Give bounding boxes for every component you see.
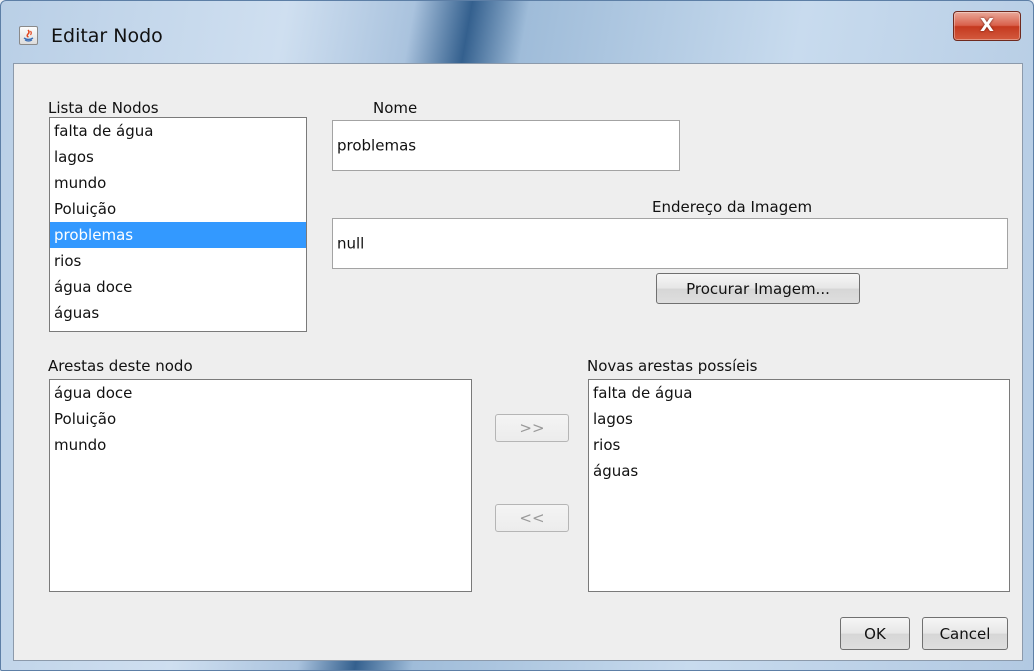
image-address-label: Endereço da Imagem <box>652 198 813 216</box>
window-title: Editar Nodo <box>51 25 163 47</box>
list-item[interactable]: lagos <box>50 144 306 170</box>
image-address-value: null <box>337 234 365 252</box>
list-item[interactable]: águas <box>50 300 306 326</box>
dialog-content: Lista de Nodos falta de água lagos mundo Po… <box>13 63 1023 661</box>
list-item[interactable]: água doce <box>50 274 306 300</box>
node-list-label: Lista de Nodos <box>48 99 159 117</box>
add-edge-button-label: >> <box>519 419 545 437</box>
remove-edge-button[interactable]: << <box>495 504 569 532</box>
browse-image-button-label: Procurar Imagem... <box>686 279 830 298</box>
list-item[interactable]: Poluição <box>50 196 306 222</box>
list-item[interactable]: mundo <box>50 170 306 196</box>
name-label: Nome <box>373 99 418 117</box>
list-item[interactable]: mundo <box>50 432 471 458</box>
current-edges-label: Arestas deste nodo <box>48 357 193 375</box>
list-item[interactable]: falta de água <box>589 380 1009 406</box>
node-list[interactable]: falta de água lagos mundo Poluição problemas… <box>49 117 307 332</box>
close-icon: X <box>980 15 994 36</box>
possible-edges-label: Novas arestas possíeis <box>587 357 758 375</box>
remove-edge-button-label: << <box>519 509 545 527</box>
cancel-button-label: Cancel <box>939 624 991 643</box>
image-address-input[interactable]: null <box>332 218 1008 269</box>
close-button[interactable]: X <box>953 11 1021 41</box>
list-item[interactable]: rios <box>589 432 1009 458</box>
list-item[interactable]: falta de água <box>50 118 306 144</box>
add-edge-button[interactable]: >> <box>495 414 569 442</box>
name-input[interactable]: problemas <box>332 120 680 171</box>
list-item[interactable]: água doce <box>50 380 471 406</box>
list-item[interactable]: Poluição <box>50 406 471 432</box>
java-app-icon <box>19 26 38 45</box>
browse-image-button[interactable]: Procurar Imagem... <box>656 273 860 304</box>
dialog-window: Editar Nodo X Lista de Nodos falta de ág… <box>0 0 1034 671</box>
cancel-button[interactable]: Cancel <box>922 617 1008 650</box>
possible-edges-list[interactable]: falta de água lagos rios águas <box>588 379 1010 592</box>
list-item[interactable]: problemas <box>50 222 306 248</box>
title-bar[interactable]: Editar Nodo X <box>1 1 1034 47</box>
current-edges-list[interactable]: água doce Poluição mundo <box>49 379 472 592</box>
list-item[interactable]: rios <box>50 248 306 274</box>
list-item[interactable]: águas <box>589 458 1009 484</box>
list-item[interactable]: lagos <box>589 406 1009 432</box>
ok-button-label: OK <box>864 624 886 643</box>
ok-button[interactable]: OK <box>840 617 910 650</box>
name-input-value: problemas <box>337 136 417 154</box>
